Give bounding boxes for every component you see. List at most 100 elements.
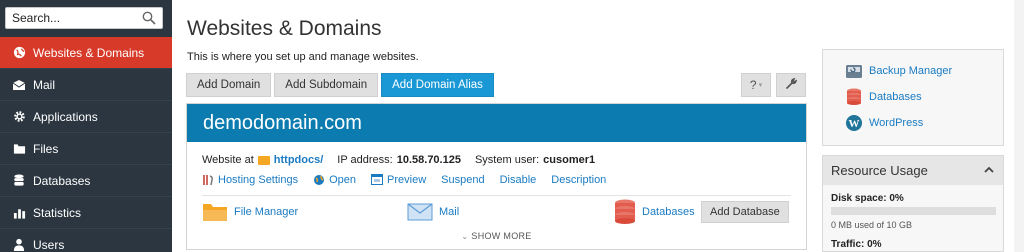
folder-icon (202, 202, 228, 222)
databases-label: Databases (642, 206, 695, 218)
domain-tools: File Manager Mail Databases Add Database (202, 197, 793, 227)
settings-button[interactable] (776, 73, 806, 97)
traffic-row: Traffic: 0% (831, 239, 882, 250)
add-domain-alias-button[interactable]: Add Domain Alias (381, 73, 494, 97)
user-icon (12, 238, 26, 252)
disable-label: Disable (499, 174, 537, 186)
sidebar-item-label: Websites & Domains (33, 45, 145, 60)
sidebar-item-websites-domains[interactable]: Websites & Domains (0, 37, 172, 69)
system-user-label: System user: (474, 154, 540, 166)
mail-link[interactable]: Mail (407, 197, 459, 227)
website-path-link[interactable]: httpdocs/ (274, 154, 324, 166)
domain-actions: Hosting Settings Open Preview Suspend Di… (202, 174, 621, 186)
disk-usage-bar (831, 207, 996, 215)
wrench-icon (785, 77, 798, 93)
sidebar-item-users[interactable]: Users (0, 229, 172, 252)
domain-card: demodomain.com Website at httpdocs/ IP a… (186, 103, 807, 250)
help-icon: ? (749, 78, 757, 92)
quick-links-panel: Backup Manager Databases W WordPress (822, 49, 1004, 146)
disk-space-value: 0% (889, 193, 904, 204)
sidebar-item-applications[interactable]: Applications (0, 101, 172, 133)
show-more-toggle[interactable]: ⌄ SHOW MORE (187, 231, 806, 241)
preview-link[interactable]: Preview (371, 174, 426, 186)
toolbar: Add Domain Add Subdomain Add Domain Alia… (186, 73, 494, 97)
sidebar-item-statistics[interactable]: Statistics (0, 197, 172, 229)
traffic-value: 0% (867, 239, 882, 250)
domain-info-line: Website at httpdocs/ IP address: 10.58.7… (202, 154, 595, 166)
chevron-up-icon[interactable] (983, 164, 995, 176)
wordpress-label: WordPress (869, 117, 924, 129)
envelope-icon (12, 78, 26, 92)
main-content: Websites & Domains This is where you set… (172, 0, 1024, 252)
open-link[interactable]: Open (313, 174, 356, 186)
files-icon (12, 142, 26, 156)
globe-icon (313, 174, 325, 186)
hosting-settings-link[interactable]: Hosting Settings (202, 174, 298, 186)
database-icon (12, 174, 26, 188)
description-label: Description (551, 174, 607, 186)
databases-side-label: Databases (869, 91, 922, 103)
svg-text:W: W (849, 118, 860, 130)
tools-icon (202, 174, 214, 186)
envelope-icon (407, 203, 433, 221)
sidebar-item-label: Files (33, 141, 59, 156)
card-divider (202, 195, 791, 196)
sidebar-item-label: Statistics (33, 205, 82, 220)
wordpress-link[interactable]: W WordPress (845, 114, 923, 132)
chevron-down-icon: ⌄ (461, 232, 469, 241)
add-domain-button[interactable]: Add Domain (186, 73, 272, 97)
disable-link[interactable]: Disable (500, 174, 537, 186)
folder-icon (257, 155, 270, 165)
suspend-link[interactable]: Suspend (441, 174, 484, 186)
dropdown-arrow-icon: ▾ (758, 82, 763, 89)
database-icon (614, 199, 636, 225)
wordpress-icon: W (845, 114, 863, 132)
ip-label: IP address: (337, 154, 393, 166)
backup-manager-link[interactable]: Backup Manager (845, 62, 952, 80)
file-manager-link[interactable]: File Manager (202, 197, 298, 227)
sidebar-item-label: Mail (33, 77, 56, 92)
bar-chart-icon (12, 206, 26, 220)
backup-icon (845, 62, 863, 80)
sidebar-item-files[interactable]: Files (0, 133, 172, 165)
search-box (5, 7, 163, 29)
page-title: Websites & Domains (187, 17, 382, 40)
suspend-label: Suspend (441, 174, 485, 186)
sidebar-item-databases[interactable]: Databases (0, 165, 172, 197)
search-input[interactable] (6, 8, 136, 28)
traffic-label: Traffic: (831, 239, 865, 250)
database-icon (845, 88, 863, 106)
page-description: This is where you set up and manage webs… (187, 51, 419, 63)
mail-label: Mail (439, 206, 460, 218)
ip-value: 10.58.70.125 (396, 154, 461, 166)
add-subdomain-button[interactable]: Add Subdomain (274, 73, 379, 97)
system-user-value: cusomer1 (543, 154, 596, 166)
databases-side-link[interactable]: Databases (845, 88, 922, 106)
disk-space-label: Disk space: (831, 193, 887, 204)
description-link[interactable]: Description (551, 174, 606, 186)
website-at-label: Website at (202, 154, 254, 166)
sidebar-item-label: Applications (33, 109, 98, 124)
help-button[interactable]: ? ▾ (741, 73, 771, 97)
file-manager-label: File Manager (234, 206, 299, 218)
disk-usage-detail: 0 MB used of 10 GB (831, 220, 913, 230)
show-more-label: SHOW MORE (471, 231, 532, 241)
hosting-settings-label: Hosting Settings (218, 174, 299, 186)
globe-icon (12, 46, 26, 60)
search-icon[interactable] (142, 11, 156, 25)
page-scrollbar[interactable] (1014, 0, 1024, 252)
add-database-button[interactable]: Add Database (701, 201, 789, 223)
preview-icon (371, 174, 384, 186)
sidebar-nav: Websites & Domains Mail Applications Fil… (0, 37, 172, 252)
gear-icon (12, 110, 26, 124)
open-label: Open (329, 174, 357, 186)
resource-usage-title: Resource Usage (831, 163, 928, 178)
sidebar-item-mail[interactable]: Mail (0, 69, 172, 101)
sidebar-item-label: Users (33, 237, 65, 252)
disk-space-row: Disk space: 0% (831, 193, 904, 204)
domain-header: demodomain.com (187, 104, 806, 142)
domain-name[interactable]: demodomain.com (203, 112, 362, 135)
resource-usage-header[interactable]: Resource Usage (823, 156, 1003, 185)
databases-link[interactable]: Databases (614, 197, 695, 227)
preview-label: Preview (387, 174, 427, 186)
